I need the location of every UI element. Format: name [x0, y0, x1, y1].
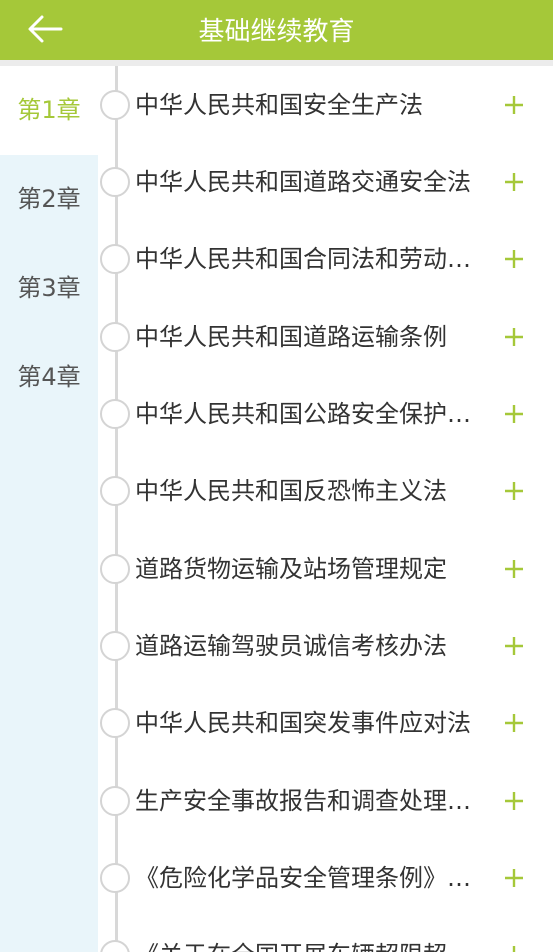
timeline-node-icon — [100, 554, 130, 584]
plus-icon[interactable] — [503, 944, 525, 952]
lesson-item[interactable]: 中华人民共和国安全生产法 — [98, 67, 553, 144]
lesson-item[interactable]: 中华人民共和国突发事件应对法 — [98, 685, 553, 762]
timeline-node-icon — [100, 940, 130, 952]
lesson-title: 中华人民共和国道路运输条例 — [135, 323, 447, 351]
lesson-item[interactable]: 中华人民共和国反恐怖主义法 — [98, 453, 553, 530]
plus-icon[interactable] — [503, 867, 525, 889]
plus-icon[interactable] — [503, 403, 525, 425]
timeline-node-icon — [100, 786, 130, 816]
timeline-node-icon — [100, 476, 130, 506]
lesson-title: 中华人民共和国公路安全保护条例 — [135, 400, 491, 428]
plus-icon[interactable] — [503, 480, 525, 502]
timeline-node-icon — [100, 167, 130, 197]
plus-icon[interactable] — [503, 248, 525, 270]
lesson-item[interactable]: 道路货物运输及站场管理规定 — [98, 531, 553, 608]
plus-icon[interactable] — [503, 94, 525, 116]
lesson-item[interactable]: 《关于在全国开展车辆超限超载治理 — [98, 917, 553, 952]
lesson-item[interactable]: 中华人民共和国公路安全保护条例 — [98, 376, 553, 453]
lesson-title: 《危险化学品安全管理条例》摘要 — [135, 864, 491, 892]
plus-icon[interactable] — [503, 326, 525, 348]
chapter-tab-1[interactable]: 第1章 — [0, 66, 98, 155]
plus-icon[interactable] — [503, 790, 525, 812]
lesson-title: 《关于在全国开展车辆超限超载治理 — [135, 937, 491, 952]
lesson-title: 中华人民共和国安全生产法 — [135, 91, 423, 119]
chapter-sidebar: 第1章 第2章 第3章 第4章 — [0, 66, 98, 952]
chapter-tab-3[interactable]: 第3章 — [0, 244, 98, 333]
timeline-node-icon — [100, 708, 130, 738]
lesson-title: 中华人民共和国突发事件应对法 — [135, 709, 471, 737]
lesson-item[interactable]: 中华人民共和国合同法和劳动合同法 — [98, 221, 553, 298]
lesson-item[interactable]: 中华人民共和国道路交通安全法 — [98, 144, 553, 221]
timeline-node-icon — [100, 631, 130, 661]
timeline-node-icon — [100, 244, 130, 274]
lesson-item[interactable]: 生产安全事故报告和调查处理条例 — [98, 763, 553, 840]
timeline-node-icon — [100, 863, 130, 893]
page-title: 基础继续教育 — [198, 17, 355, 47]
timeline-node-icon — [100, 90, 130, 120]
lesson-title: 中华人民共和国道路交通安全法 — [135, 168, 471, 196]
lesson-title: 中华人民共和国合同法和劳动合同法 — [135, 245, 491, 273]
lesson-title: 道路货物运输及站场管理规定 — [135, 555, 447, 583]
plus-icon[interactable] — [503, 712, 525, 734]
lesson-item[interactable]: 中华人民共和国道路运输条例 — [98, 299, 553, 376]
chapter-tab-4[interactable]: 第4章 — [0, 333, 98, 422]
plus-icon[interactable] — [503, 171, 525, 193]
lesson-item[interactable]: 《危险化学品安全管理条例》摘要 — [98, 840, 553, 917]
plus-icon[interactable] — [503, 558, 525, 580]
chapter-tab-2[interactable]: 第2章 — [0, 155, 98, 244]
lesson-title: 中华人民共和国反恐怖主义法 — [135, 477, 447, 505]
timeline-node-icon — [100, 322, 130, 352]
lesson-title: 生产安全事故报告和调查处理条例 — [135, 787, 491, 815]
lesson-title: 道路运输驾驶员诚信考核办法 — [135, 632, 447, 660]
lesson-item[interactable]: 道路运输驾驶员诚信考核办法 — [98, 608, 553, 685]
timeline-node-icon — [100, 399, 130, 429]
plus-icon[interactable] — [503, 635, 525, 657]
